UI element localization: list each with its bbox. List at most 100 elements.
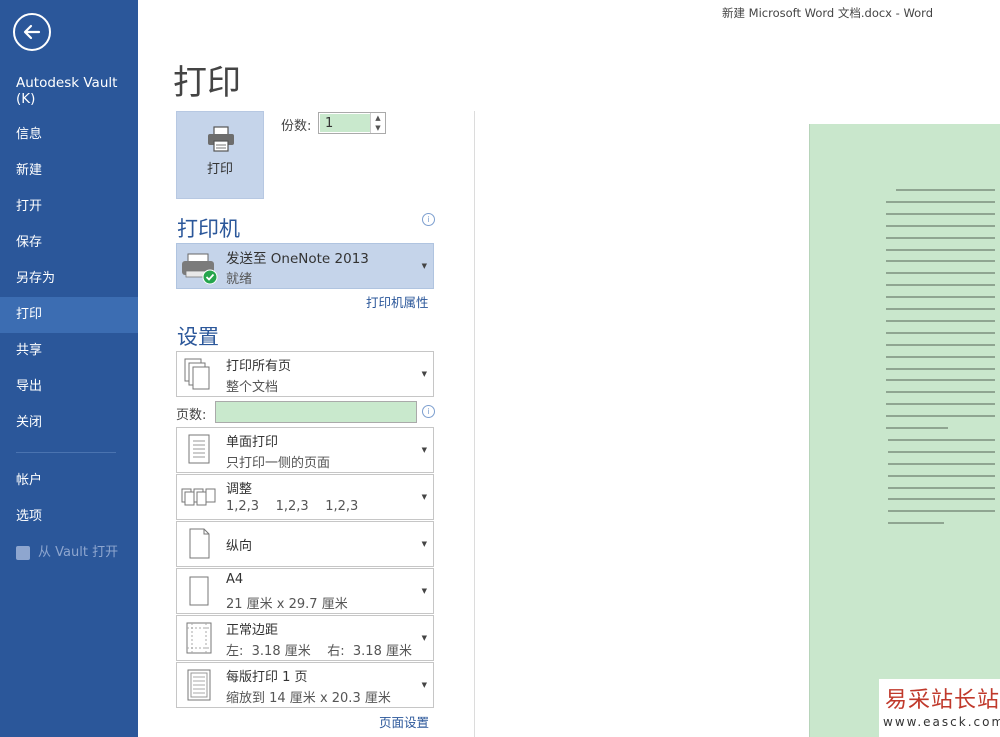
preview-text-line xyxy=(886,343,995,346)
vault-icon xyxy=(16,546,30,560)
print-button-label: 打印 xyxy=(206,162,233,177)
sidebar-nav: 信息 新建 打开 保存 另存为 打印 共享 导出 关闭 帐户 选项 从 Vaul… xyxy=(0,117,138,571)
vault-title[interactable]: Autodesk Vault (K) xyxy=(16,75,134,107)
preview-text-line xyxy=(888,498,995,501)
copies-stepper[interactable]: ▲ ▼ xyxy=(318,112,386,134)
printer-status: 就绪 xyxy=(226,272,253,287)
printer-icon xyxy=(208,126,234,152)
sidebar-item-export[interactable]: 导出 xyxy=(0,369,138,405)
sidebar-item-options[interactable]: 选项 xyxy=(0,499,138,535)
watermark-url: www.easck.com xyxy=(883,715,1000,729)
watermark-text: 易采站长站 xyxy=(885,688,1000,713)
sidebar-item-info[interactable]: 信息 xyxy=(0,117,138,153)
print-button[interactable]: 打印 xyxy=(176,111,264,199)
pages-input[interactable] xyxy=(215,401,417,423)
pages-per-sheet-subtitle: 缩放到 14 厘米 x 20.3 厘米 xyxy=(226,691,391,706)
collate-dropdown[interactable]: 调整 1,2,3 1,2,3 1,2,3 ▼ xyxy=(176,474,434,520)
all-pages-icon xyxy=(184,358,210,390)
printer-heading: 打印机 xyxy=(177,217,240,241)
pages-per-sheet-icon xyxy=(187,669,211,701)
margins-dropdown[interactable]: 正常边距 左: 3.18 厘米 右: 3.18 厘米 ▼ xyxy=(176,615,434,661)
sides-subtitle: 只打印一侧的页面 xyxy=(226,456,331,471)
paper-size-title: A4 xyxy=(226,572,244,587)
chevron-down-icon: ▼ xyxy=(421,262,427,270)
preview-text-line xyxy=(886,319,995,322)
pages-label: 页数: xyxy=(176,408,207,423)
preview-text-line xyxy=(886,284,995,287)
preview-text-line xyxy=(896,189,995,191)
sidebar-item-account[interactable]: 帐户 xyxy=(0,463,138,499)
sidebar-item-open-from-vault: 从 Vault 打开 xyxy=(0,535,138,571)
orientation-dropdown[interactable]: 纵向 ▼ xyxy=(176,521,434,567)
preview-text-line xyxy=(886,248,995,251)
sidebar-item-save[interactable]: 保存 xyxy=(0,225,138,261)
preview-text-line xyxy=(886,308,995,310)
preview-text-line xyxy=(886,415,995,418)
collate-subtitle: 1,2,3 1,2,3 1,2,3 xyxy=(226,499,359,514)
chevron-down-icon: ▼ xyxy=(421,587,427,595)
info-icon[interactable]: i xyxy=(422,405,435,418)
printer-select[interactable]: 发送至 OneNote 2013 就绪 ▼ xyxy=(176,243,434,289)
copies-label: 份数: xyxy=(281,119,312,134)
paper-icon xyxy=(189,576,209,606)
pages-per-sheet-dropdown[interactable]: 每版打印 1 页 缩放到 14 厘米 x 20.3 厘米 ▼ xyxy=(176,662,434,708)
paper-size-dropdown[interactable]: A4 21 厘米 x 29.7 厘米 ▼ xyxy=(176,568,434,614)
settings-heading: 设置 xyxy=(177,325,219,349)
back-arrow-icon xyxy=(23,24,41,40)
sidebar-item-label: 从 Vault 打开 xyxy=(38,545,119,560)
page-title: 打印 xyxy=(173,63,241,103)
printer-name: 发送至 OneNote 2013 xyxy=(226,251,369,267)
chevron-down-icon: ▼ xyxy=(421,634,427,642)
preview-text-line xyxy=(886,331,995,334)
preview-text-line xyxy=(888,450,995,453)
sides-title: 单面打印 xyxy=(226,435,279,450)
sidebar-item-save-as[interactable]: 另存为 xyxy=(0,261,138,297)
paper-size-subtitle: 21 厘米 x 29.7 厘米 xyxy=(226,597,348,612)
print-range-subtitle: 整个文档 xyxy=(226,380,279,395)
copies-input[interactable] xyxy=(320,114,370,132)
sides-dropdown[interactable]: 单面打印 只打印一侧的页面 ▼ xyxy=(176,427,434,473)
copies-spinner[interactable]: ▲ ▼ xyxy=(370,113,385,133)
sidebar-item-print[interactable]: 打印 xyxy=(0,297,138,333)
chevron-down-icon: ▼ xyxy=(421,446,427,454)
preview-text-line xyxy=(886,200,995,203)
preview-text-line xyxy=(886,272,995,275)
chevron-down-icon: ▼ xyxy=(421,370,427,378)
print-range-title: 打印所有页 xyxy=(226,359,292,374)
one-sided-icon xyxy=(188,434,210,464)
back-button[interactable] xyxy=(13,13,51,51)
preview-text-line xyxy=(886,355,995,358)
watermark: 易采站长站 www.easck.com xyxy=(879,679,1000,737)
panel-divider xyxy=(474,111,475,737)
margins-subtitle: 左: 3.18 厘米 右: 3.18 厘米 xyxy=(226,644,412,659)
collate-icon xyxy=(181,488,216,506)
sidebar-divider xyxy=(16,452,116,453)
preview-text-line xyxy=(886,236,995,239)
sidebar-item-close[interactable]: 关闭 xyxy=(0,405,138,441)
preview-text-line xyxy=(886,296,995,299)
preview-text-line xyxy=(886,379,995,382)
chevron-down-icon: ▼ xyxy=(421,493,427,501)
chevron-down-icon: ▼ xyxy=(421,540,427,548)
backstage-sidebar: Autodesk Vault (K) 信息 新建 打开 保存 另存为 打印 共享… xyxy=(0,0,138,737)
preview-text-line xyxy=(886,403,995,406)
preview-text-line xyxy=(886,212,995,215)
sidebar-item-open[interactable]: 打开 xyxy=(0,189,138,225)
spin-up-icon[interactable]: ▲ xyxy=(371,113,385,123)
preview-text-line xyxy=(888,522,944,525)
sidebar-item-new[interactable]: 新建 xyxy=(0,153,138,189)
info-icon[interactable]: i xyxy=(422,213,435,226)
preview-text-line xyxy=(888,474,995,477)
print-preview-page xyxy=(809,124,1000,737)
spin-down-icon[interactable]: ▼ xyxy=(371,123,385,133)
preview-text-line xyxy=(886,427,948,429)
collate-title: 调整 xyxy=(226,482,253,497)
preview-text-line xyxy=(888,510,995,513)
page-setup-link[interactable]: 页面设置 xyxy=(379,712,429,731)
sidebar-item-share[interactable]: 共享 xyxy=(0,333,138,369)
printer-properties-link[interactable]: 打印机属性 xyxy=(366,292,429,311)
preview-text-line xyxy=(886,391,995,394)
portrait-icon xyxy=(189,528,210,559)
margins-icon xyxy=(186,622,212,654)
print-range-dropdown[interactable]: 打印所有页 整个文档 ▼ xyxy=(176,351,434,397)
